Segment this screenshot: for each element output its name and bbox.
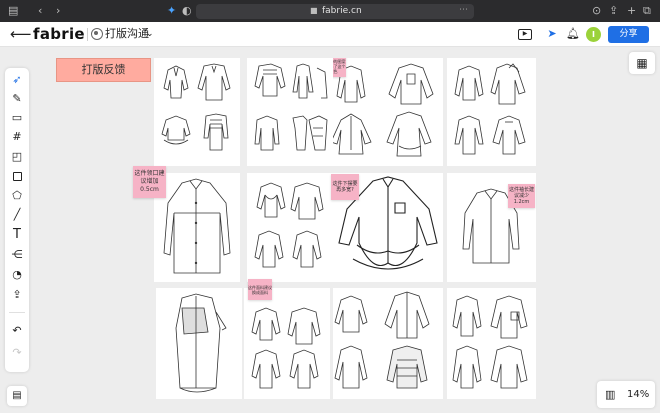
rectangle-icon[interactable] <box>5 167 29 185</box>
arrow-left-icon[interactable]: ⟵ <box>10 25 32 43</box>
sticky-note-fabric[interactable]: 这件面料建议换成面料 <box>248 279 272 300</box>
avatar[interactable]: I <box>586 27 601 42</box>
tab-overview-icon[interactable]: ⧉ <box>643 3 651 19</box>
pen-icon[interactable]: ✎ <box>5 90 29 108</box>
present-icon[interactable]: ▶ <box>518 29 532 40</box>
zoom-level[interactable]: 14% <box>627 388 649 401</box>
sketch-card[interactable] <box>447 288 536 399</box>
sketch-shirts-grid <box>333 288 443 399</box>
sketch-blouses-4 <box>447 58 536 166</box>
app-header: ⟵ fabrie 打版沟通 ⌄ ▶ ➤ 🔔︎ I 分享 <box>0 22 660 47</box>
sticky-note-collar[interactable]: 这件领口建议增加0.5cm <box>133 166 166 198</box>
new-tab-icon[interactable]: + <box>627 3 636 19</box>
chevron-down-icon[interactable]: ⌄ <box>146 27 154 41</box>
minimap-icon[interactable]: ▥ <box>605 387 615 402</box>
sticky-note-sleeve[interactable]: 这件袖长建议减少1.2cm <box>508 184 535 208</box>
doc-title[interactable]: 打版沟通 <box>105 27 149 41</box>
share-nav-icon[interactable]: ⇪ <box>609 3 618 19</box>
sketch-blouses-1 <box>154 58 240 166</box>
sketch-long-shirt <box>154 173 240 282</box>
sketch-card[interactable] <box>156 288 242 399</box>
shield-icon[interactable]: ◐ <box>182 3 192 19</box>
sketch-card[interactable] <box>247 173 333 282</box>
more-icon[interactable]: ⋯ <box>459 5 468 15</box>
sketch-card[interactable]: 领这种的图案主要弄了这个撞色 <box>333 58 443 166</box>
doc-icon <box>91 28 103 40</box>
layers-icon[interactable]: ▤ <box>7 386 27 406</box>
bell-icon[interactable]: 🔔︎ <box>565 26 581 42</box>
browser-chrome: ▤ ‹ › ✦ ◐ ■ fabrie.cn ⋯ ⊙ ⇪ + ⧉ <box>0 0 660 22</box>
sketch-card[interactable] <box>154 173 240 282</box>
sketch-layered-dress <box>156 288 242 399</box>
left-toolbar: ➶ ✎ ▭ # ◰ ⬠ ╱ T ⋲ ◔ ⇪ ↶ ↷ <box>5 68 29 372</box>
sketch-card[interactable] <box>447 58 536 166</box>
lock-icon: ■ <box>310 6 318 15</box>
extension-icon[interactable]: ✦ <box>167 3 176 19</box>
url-text: fabrie.cn <box>322 6 362 16</box>
sticky-note-icon[interactable]: ◰ <box>5 148 29 166</box>
sketch-card[interactable] <box>247 58 333 166</box>
line-icon[interactable]: ╱ <box>5 206 29 224</box>
header-divider <box>87 28 88 41</box>
sketch-blouses-2 <box>247 58 333 166</box>
pentagon-icon[interactable]: ⬠ <box>5 187 29 205</box>
sketch-card[interactable] <box>333 288 443 399</box>
sidebar-icon[interactable]: ▤ <box>8 3 18 19</box>
forward-nav-icon[interactable]: › <box>56 3 60 19</box>
grid-icon[interactable]: # <box>5 128 29 146</box>
download-icon[interactable]: ⊙ <box>592 3 601 19</box>
table-icon[interactable]: ▦ <box>629 52 655 74</box>
cursor-icon[interactable]: ➤ <box>544 26 560 42</box>
zoom-control: ▥ 14% <box>597 381 655 408</box>
sketch-tops-grid <box>247 173 333 282</box>
sketch-card[interactable] <box>244 288 330 399</box>
text-icon[interactable]: T <box>5 226 29 244</box>
sticky-note-hem[interactable]: 这件下摆要再多宽? <box>331 174 359 200</box>
sketch-tops-grid-2 <box>244 288 330 399</box>
upload-icon[interactable]: ⇪ <box>5 286 29 304</box>
back-nav-icon[interactable]: ‹ <box>38 3 42 19</box>
palette-icon[interactable]: ◔ <box>5 266 29 284</box>
select-icon[interactable]: ➶ <box>5 71 29 89</box>
feedback-title[interactable]: 打版反馈 <box>56 58 151 82</box>
sketch-card[interactable] <box>154 58 240 166</box>
redo-icon[interactable]: ↷ <box>5 344 29 362</box>
sketch-blouses-3 <box>333 58 443 166</box>
url-bar[interactable]: ■ fabrie.cn ⋯ <box>196 4 474 19</box>
mindmap-icon[interactable]: ⋲ <box>5 246 29 264</box>
brand-logo: fabrie <box>33 25 85 43</box>
sticky-note-print[interactable]: 领这种的图案主要弄了这个撞色 <box>333 58 346 77</box>
sketch-shirts-grid-2 <box>447 288 536 399</box>
toolbar-divider <box>9 312 25 313</box>
frame-icon[interactable]: ▭ <box>5 109 29 127</box>
undo-icon[interactable]: ↶ <box>5 322 29 340</box>
share-button[interactable]: 分享 <box>608 26 649 43</box>
